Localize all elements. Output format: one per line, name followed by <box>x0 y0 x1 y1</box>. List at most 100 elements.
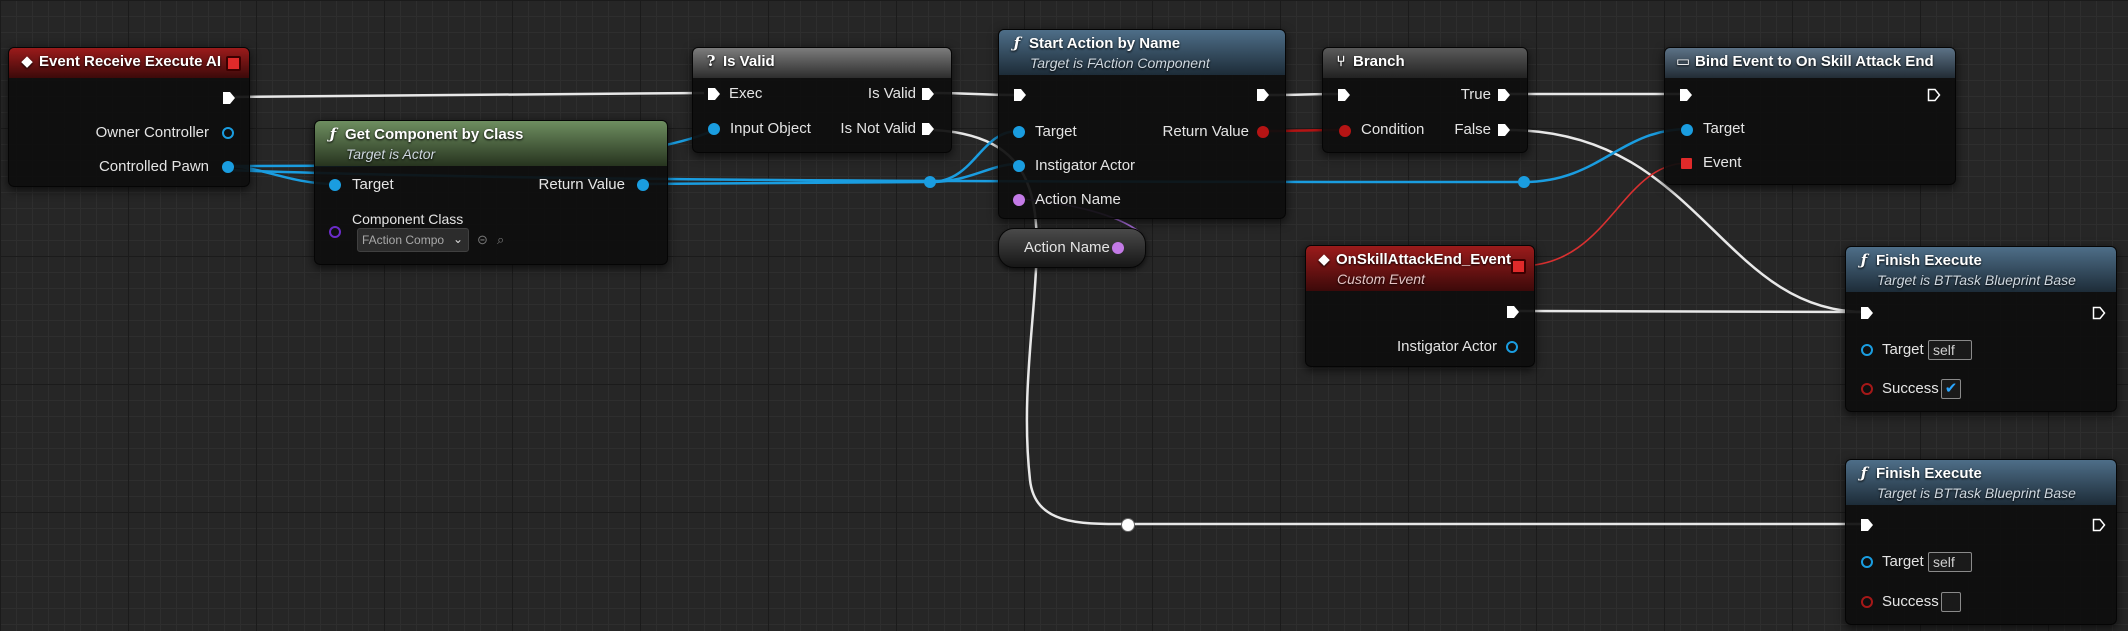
is-valid-exec-out-pin[interactable] <box>921 87 935 101</box>
exec-out-pin[interactable] <box>1506 305 1520 319</box>
node-title: Finish Execute <box>1876 465 1982 482</box>
component-class-dropdown[interactable]: FAction Compo ⌄ <box>357 228 469 252</box>
return-value-pin[interactable] <box>1257 126 1269 138</box>
node-header: ƒ Start Action by Name Target is FAction … <box>999 30 1285 75</box>
chevron-down-icon: ⌄ <box>452 232 463 246</box>
target-label: Target <box>1882 553 1924 570</box>
target-pin[interactable] <box>1013 126 1025 138</box>
exec-in-pin[interactable] <box>707 87 721 101</box>
is-not-valid-exec-out-pin[interactable] <box>921 122 935 136</box>
exec-in-pin[interactable] <box>1860 518 1874 532</box>
event-label: Event <box>1703 154 1742 171</box>
delegate-wire <box>1519 162 1689 267</box>
start-action-by-name-node[interactable]: ƒ Start Action by Name Target is FAction … <box>998 29 1286 219</box>
target-pin[interactable] <box>329 179 341 191</box>
component-class-value: FAction Compo <box>362 233 445 247</box>
success-pin[interactable] <box>1861 383 1873 395</box>
is-valid-node[interactable]: ? Is Valid Exec Is Valid Input Object Is … <box>692 47 952 153</box>
component-class-pin[interactable] <box>329 226 341 238</box>
exec-out-pin[interactable] <box>2092 306 2106 320</box>
window-icon: ▭ <box>1675 52 1691 70</box>
node-header: ? Is Valid <box>693 48 951 78</box>
exec-wire <box>1515 309 1866 314</box>
success-checkbox[interactable]: ✔ <box>1941 379 1961 399</box>
variable-label: Action Name <box>1024 239 1110 256</box>
action-name-variable-node[interactable]: Action Name <box>998 228 1146 268</box>
node-subtitle: Target is BTTask Blueprint Base <box>1877 485 2076 501</box>
use-selected-icon[interactable]: ⊝ <box>477 233 491 247</box>
exec-in-pin[interactable] <box>1679 88 1693 102</box>
return-value-pin[interactable] <box>637 179 649 191</box>
success-label: Success <box>1882 380 1939 397</box>
exec-out-pin[interactable] <box>1256 88 1270 102</box>
success-pin[interactable] <box>1861 596 1873 608</box>
target-label: Target <box>1035 123 1077 140</box>
function-icon: ƒ <box>1860 464 1868 482</box>
function-icon: ƒ <box>1860 251 1868 269</box>
event-diamond-icon: ◆ <box>21 52 33 70</box>
event-receive-execute-ai-node[interactable]: ◆ Event Receive Execute AI Owner Controll… <box>8 47 250 187</box>
false-label: False <box>1454 121 1491 138</box>
delegate-square-icon[interactable] <box>1511 259 1526 274</box>
browse-icon[interactable]: ⌕ <box>497 233 511 247</box>
branch-node[interactable]: ⑂ Branch True Condition False <box>1322 47 1528 153</box>
true-label: True <box>1460 86 1491 103</box>
node-title: Branch <box>1353 53 1405 70</box>
node-header: ⑂ Branch <box>1323 48 1527 78</box>
on-skill-attack-end-event-node[interactable]: ◆ OnSkillAttackEnd_Event Custom Event Ins… <box>1305 245 1535 367</box>
reroute-node[interactable] <box>1121 518 1135 532</box>
owner-controller-pin[interactable] <box>222 127 234 139</box>
controlled-pawn-label: Controlled Pawn <box>98 158 209 175</box>
exec-wire <box>229 91 705 99</box>
instigator-actor-pin[interactable] <box>1506 341 1518 353</box>
get-component-by-class-node[interactable]: ƒ Get Component by Class Target is Actor … <box>314 120 668 265</box>
node-title: Get Component by Class <box>345 126 524 143</box>
component-class-label: Component Class <box>352 211 464 227</box>
variable-out-pin[interactable] <box>1112 242 1124 254</box>
finish-execute-fail-node[interactable]: ƒ Finish Execute Target is BTTask Bluepri… <box>1845 459 2117 625</box>
return-value-label: Return Value <box>538 176 625 193</box>
input-object-pin[interactable] <box>708 123 720 135</box>
target-label: Target <box>1882 341 1924 358</box>
input-object-label: Input Object <box>730 120 811 137</box>
node-title: Event Receive Execute AI <box>39 53 222 70</box>
return-value-label: Return Value <box>1162 123 1249 140</box>
instigator-actor-label: Instigator Actor <box>1035 157 1136 174</box>
node-title: OnSkillAttackEnd_Event <box>1336 251 1512 268</box>
object-wire <box>641 180 931 186</box>
target-pin[interactable] <box>1861 344 1873 356</box>
event-diamond-icon: ◆ <box>1318 250 1330 268</box>
target-pin[interactable] <box>1681 124 1693 136</box>
exec-out-pin[interactable] <box>1927 88 1941 102</box>
false-exec-out-pin[interactable] <box>1497 123 1511 137</box>
node-header: ƒ Finish Execute Target is BTTask Bluepri… <box>1846 247 2116 292</box>
exec-in-pin[interactable] <box>1860 306 1874 320</box>
bind-event-node[interactable]: ▭ Bind Event to On Skill Attack End Targe… <box>1664 47 1956 185</box>
event-delegate-pin[interactable] <box>1681 158 1692 169</box>
is-valid-label: Is Valid <box>867 85 916 102</box>
condition-label: Condition <box>1361 121 1425 138</box>
delegate-square-icon[interactable] <box>226 56 241 71</box>
owner-controller-label: Owner Controller <box>95 124 209 141</box>
function-icon: ƒ <box>1013 34 1021 52</box>
exec-out-pin[interactable] <box>2092 518 2106 532</box>
condition-pin[interactable] <box>1339 125 1351 137</box>
true-exec-out-pin[interactable] <box>1497 88 1511 102</box>
exec-in-pin[interactable] <box>1013 88 1027 102</box>
exec-out-pin[interactable] <box>222 91 236 105</box>
target-self-field[interactable]: self <box>1928 340 1972 360</box>
node-header: ƒ Get Component by Class Target is Actor <box>315 121 667 166</box>
action-name-label: Action Name <box>1035 191 1121 208</box>
instigator-actor-label: Instigator Actor <box>1396 338 1497 355</box>
controlled-pawn-pin[interactable] <box>222 161 234 173</box>
finish-execute-success-node[interactable]: ƒ Finish Execute Target is BTTask Bluepri… <box>1845 246 2117 412</box>
node-title: Start Action by Name <box>1029 35 1181 52</box>
success-checkbox[interactable] <box>1941 592 1961 612</box>
action-name-pin[interactable] <box>1013 194 1025 206</box>
exec-label: Exec <box>729 85 763 102</box>
target-self-field[interactable]: self <box>1928 552 1972 572</box>
instigator-actor-pin[interactable] <box>1013 160 1025 172</box>
exec-in-pin[interactable] <box>1337 88 1351 102</box>
target-label: Target <box>1703 120 1745 137</box>
target-pin[interactable] <box>1861 556 1873 568</box>
